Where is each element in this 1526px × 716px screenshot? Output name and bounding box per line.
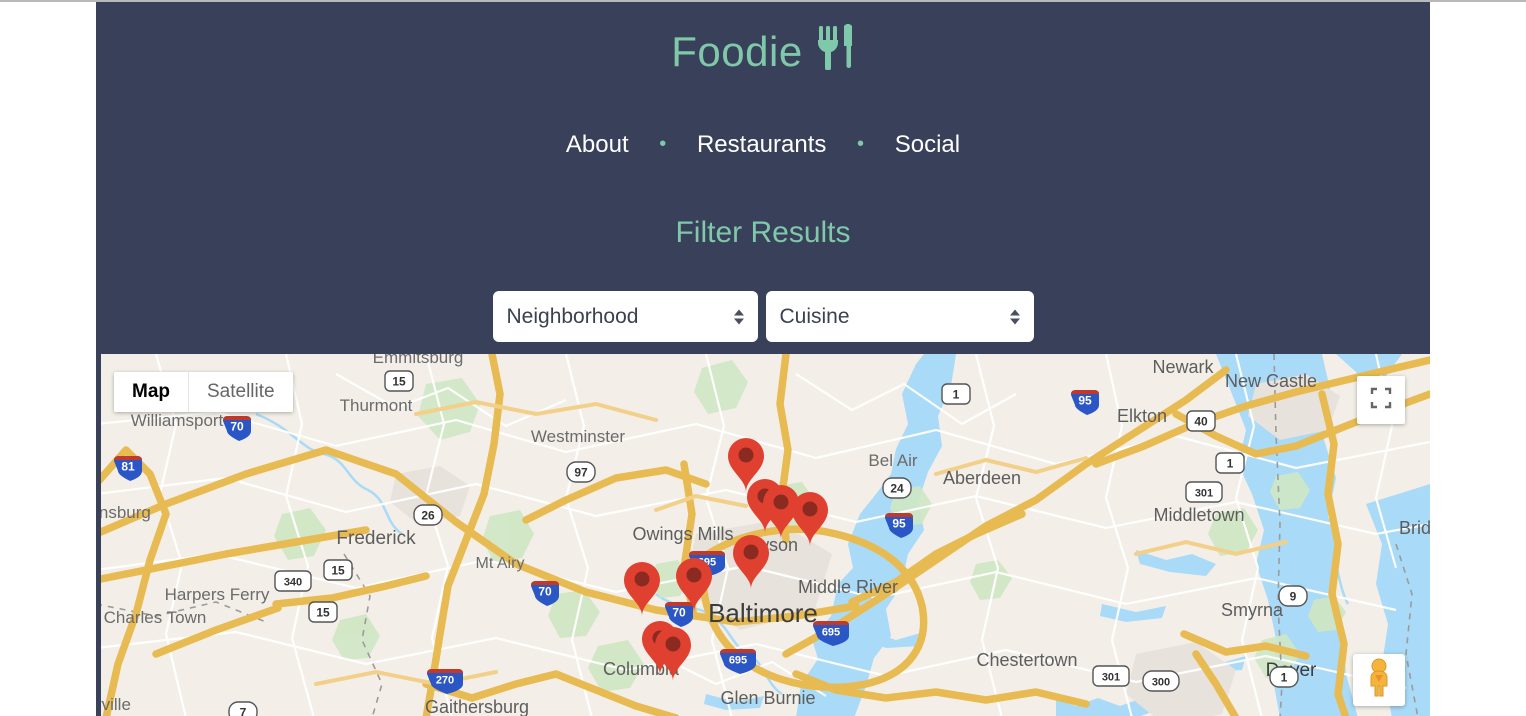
brand-name: Foodie	[671, 28, 803, 75]
cuisine-select-value: Cuisine	[779, 304, 850, 328]
map-type-map-button[interactable]: Map	[114, 372, 188, 412]
top-rule	[0, 0, 1526, 2]
content-column: Foodie About • Restaurants • Social Filt…	[96, 2, 1430, 716]
street-view-pegman-icon	[1364, 658, 1394, 703]
cuisine-select[interactable]: Cuisine	[765, 291, 1034, 342]
filter-controls: Neighborhood Cuisine	[96, 291, 1430, 342]
nav-item-about[interactable]: About	[566, 131, 629, 158]
restaurant-map[interactable]: Emmitsburg Thurmont Westminster Williamspor…	[96, 354, 1430, 716]
site-header: Foodie About • Restaurants • Social Filt…	[96, 2, 1430, 354]
brand-logo: Foodie	[96, 23, 1430, 80]
fullscreen-button[interactable]	[1357, 376, 1405, 424]
chevron-updown-icon	[1009, 309, 1020, 324]
restaurant-map-marker[interactable]	[673, 555, 715, 618]
street-view-control[interactable]	[1353, 654, 1405, 706]
filter-results-heading: Filter Results	[675, 216, 851, 249]
nav-separator-dot: •	[659, 133, 667, 155]
page-root: Foodie About • Restaurants • Social Filt…	[0, 0, 1526, 716]
nav-item-social[interactable]: Social	[895, 131, 960, 158]
chevron-updown-icon	[733, 309, 744, 324]
main-nav: About • Restaurants • Social	[96, 131, 1430, 159]
restaurant-map-marker[interactable]	[621, 559, 663, 622]
restaurant-map-marker[interactable]	[730, 532, 772, 595]
neighborhood-select[interactable]: Neighborhood	[492, 291, 758, 342]
neighborhood-select-value: Neighborhood	[506, 304, 639, 328]
map-type-control[interactable]: Map Satellite	[114, 372, 293, 412]
fork-knife-icon	[817, 23, 855, 80]
nav-item-restaurants[interactable]: Restaurants	[697, 131, 826, 158]
map-type-satellite-button[interactable]: Satellite	[189, 372, 293, 412]
map-left-border	[96, 354, 101, 716]
restaurant-map-marker[interactable]	[789, 489, 831, 552]
restaurant-map-marker[interactable]	[652, 624, 694, 687]
nav-separator-dot: •	[857, 133, 865, 155]
fullscreen-icon	[1370, 387, 1392, 414]
